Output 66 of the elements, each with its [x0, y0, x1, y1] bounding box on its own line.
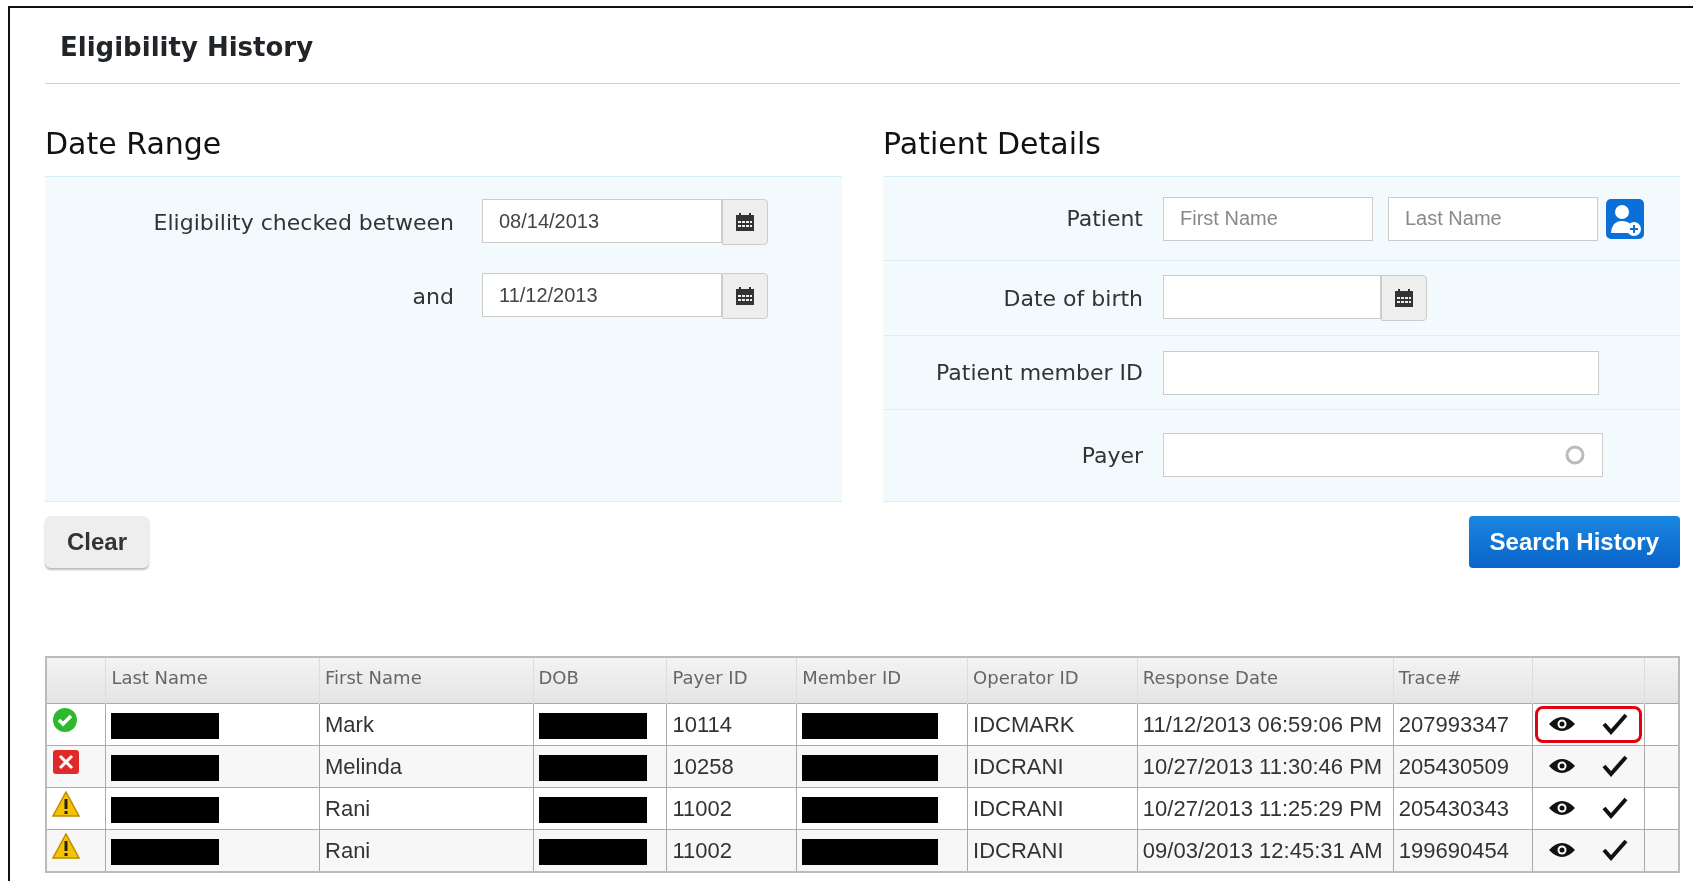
table-cell: 10258 [666, 745, 797, 788]
section-heading: Date Range [45, 126, 223, 163]
field-label: Date of birth [1002, 284, 1144, 313]
page-title: Eligibility History [45, 8, 1680, 85]
table-cell: 205430509 [1393, 745, 1533, 788]
view-eye-icon[interactable] [1547, 757, 1576, 776]
add-user-icon[interactable] [1606, 198, 1644, 239]
column-header[interactable]: DOB [533, 657, 667, 704]
date-field[interactable]: 11/12/2013 [482, 273, 722, 318]
table-cell: 10/27/2013 11:30:46 PM [1137, 745, 1394, 788]
column-header[interactable]: First Name [319, 657, 533, 704]
table-cell: 199690454 [1393, 829, 1533, 872]
table-cell: 09/03/2013 12:45:31 AM [1137, 829, 1394, 872]
calendar-button[interactable] [722, 199, 768, 246]
column-header[interactable]: Last Name [105, 657, 320, 704]
column-header[interactable]: Member ID [796, 657, 968, 704]
calendar-button[interactable] [722, 273, 768, 320]
field-label: Patient member ID [935, 359, 1144, 388]
calendar-icon [735, 212, 755, 233]
table-cell: Mark [319, 703, 533, 746]
view-eye-icon[interactable] [1547, 799, 1576, 818]
section-heading: Patient Details [883, 126, 1102, 163]
table-cell: 11002 [666, 787, 797, 830]
table-cell: 10114 [666, 703, 797, 746]
table-cell: 205430343 [1393, 787, 1533, 830]
column-header[interactable]: Trace# [1393, 657, 1533, 704]
field-label: and [411, 282, 455, 311]
check-circle-icon [52, 706, 78, 733]
table-cell: 11/12/2013 06:59:06 PM [1137, 703, 1394, 746]
table-cell: 11002 [666, 829, 797, 872]
table-cell: IDCRANI [967, 829, 1138, 872]
view-eye-icon[interactable] [1547, 841, 1576, 860]
column-header[interactable]: Operator ID [967, 657, 1138, 704]
view-eye-icon[interactable] [1547, 715, 1576, 734]
field-label: Patient [1065, 205, 1144, 234]
table-cell: 10/27/2013 11:25:29 PM [1137, 787, 1394, 830]
warning-triangle-icon [52, 832, 80, 859]
last-name-field[interactable]: Last Name [1388, 196, 1598, 241]
column-header[interactable]: Response Date [1137, 657, 1394, 704]
calendar-icon [1394, 288, 1414, 309]
table-cell: Rani [319, 829, 533, 872]
table-cell: 207993347 [1393, 703, 1533, 746]
warning-triangle-icon [52, 790, 80, 817]
table-cell: Rani [319, 787, 533, 830]
checkmark-icon[interactable] [1602, 755, 1629, 778]
payer-field[interactable] [1163, 433, 1603, 478]
checkmark-icon[interactable] [1602, 713, 1629, 736]
table-cell: Melinda [319, 745, 533, 788]
date-field[interactable] [1163, 275, 1381, 320]
member-id-field[interactable] [1163, 350, 1599, 395]
checkmark-icon[interactable] [1602, 797, 1629, 820]
field-label: Eligibility checked between [152, 208, 455, 237]
column-header[interactable]: Payer ID [666, 657, 797, 704]
table-cell: IDCMARK [967, 703, 1138, 746]
calendar-button[interactable] [1381, 275, 1427, 322]
table-cell: IDCRANI [967, 787, 1138, 830]
field-label: Payer [1080, 441, 1144, 470]
first-name-field[interactable]: First Name [1163, 196, 1373, 241]
clear-button[interactable]: Clear [45, 516, 150, 569]
calendar-icon [735, 286, 755, 307]
loading-icon [1564, 444, 1586, 467]
checkmark-icon[interactable] [1602, 839, 1629, 862]
x-square-icon [52, 748, 80, 775]
search-history-button[interactable]: Search History [1468, 516, 1680, 569]
table-cell: IDCRANI [967, 745, 1138, 788]
date-field[interactable]: 08/14/2013 [482, 199, 722, 244]
